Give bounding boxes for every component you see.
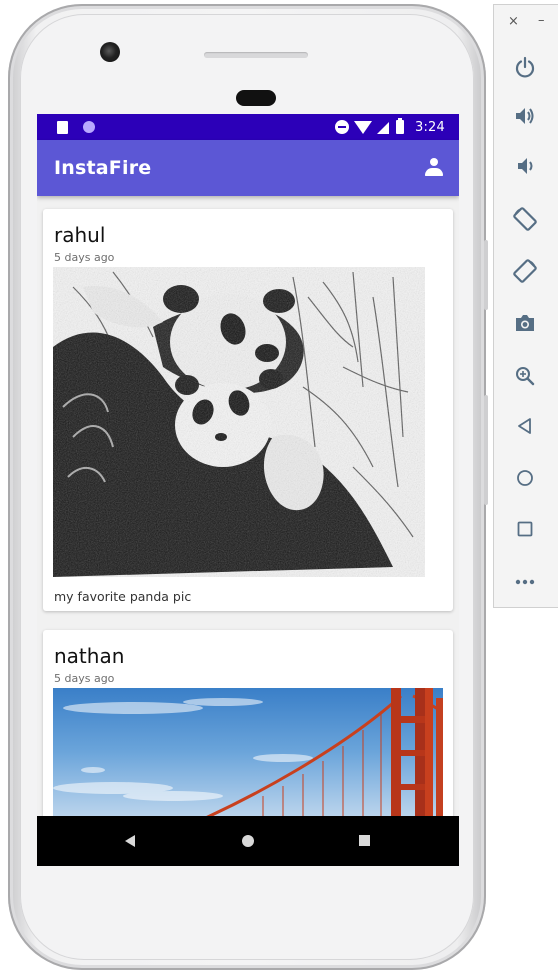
post-image-pandas[interactable] (53, 267, 425, 577)
camera-icon[interactable] (510, 308, 540, 338)
wifi-icon (354, 121, 372, 134)
post-timestamp: 5 days ago (54, 251, 115, 264)
side-button-volume (484, 395, 488, 505)
posts-feed[interactable]: rahul 5 days ago my favorite panda pic n… (37, 196, 459, 816)
side-button-power (484, 240, 488, 310)
close-icon[interactable]: × (508, 15, 519, 28)
overview-icon[interactable] (510, 514, 540, 544)
status-time: 3:24 (415, 119, 445, 135)
more-icon[interactable] (510, 567, 540, 597)
app-bar: InstaFire (37, 140, 459, 196)
nav-recents-icon[interactable] (359, 835, 370, 846)
battery-icon (396, 118, 404, 134)
notification-dot-icon (83, 121, 95, 133)
rotate-right-icon[interactable] (510, 256, 540, 286)
zoom-icon[interactable] (510, 361, 540, 391)
proximity-sensor (236, 90, 276, 106)
profile-icon[interactable] (425, 158, 443, 178)
emulator-toolbar: × – (493, 4, 558, 608)
post-username: nathan (54, 644, 125, 668)
earpiece-speaker (204, 52, 308, 58)
volume-down-icon[interactable] (510, 151, 540, 181)
cell-signal-icon (377, 122, 389, 134)
device-screen: 3:24 InstaFire rahul 5 days ago my favor… (37, 114, 459, 866)
power-icon[interactable] (510, 52, 540, 82)
post-caption: my favorite panda pic (54, 589, 192, 604)
panda-sketch (53, 267, 425, 577)
home-icon[interactable] (510, 463, 540, 493)
nav-home-icon[interactable] (242, 835, 254, 847)
do-not-disturb-icon (335, 120, 349, 134)
volume-up-icon[interactable] (510, 101, 540, 131)
bridge-photo (53, 688, 443, 816)
nav-back-icon[interactable] (125, 835, 135, 847)
post-username: rahul (54, 223, 106, 247)
rotate-left-icon[interactable] (510, 204, 540, 234)
app-title: InstaFire (54, 157, 152, 179)
back-icon[interactable] (510, 411, 540, 441)
post-timestamp: 5 days ago (54, 672, 115, 685)
post-image-bridge[interactable] (53, 688, 443, 816)
system-nav-bar (37, 816, 459, 866)
status-bar: 3:24 (37, 114, 459, 140)
front-camera (100, 42, 120, 62)
post-card[interactable]: rahul 5 days ago my favorite panda pic (43, 209, 453, 611)
minimize-icon[interactable]: – (538, 14, 545, 27)
sd-card-icon (57, 121, 68, 134)
post-card[interactable]: nathan 5 days ago (43, 630, 453, 816)
